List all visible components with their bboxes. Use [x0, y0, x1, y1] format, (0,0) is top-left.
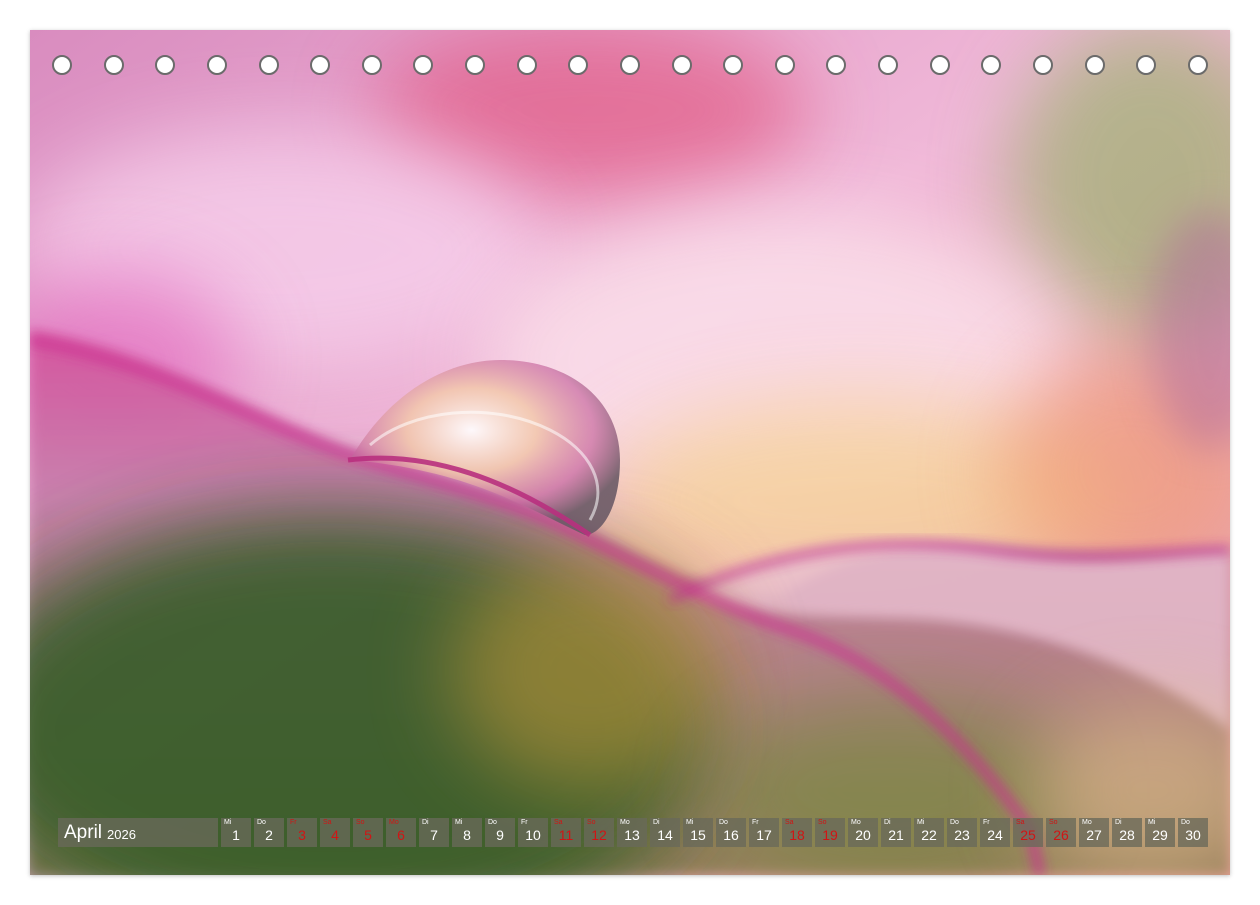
binding-hole-icon: [723, 55, 744, 75]
day-cell: Mo 13: [617, 818, 647, 847]
day-cell: Mo 6: [386, 818, 416, 847]
day-cell: So 5: [353, 818, 383, 847]
day-number: 11: [558, 827, 574, 843]
day-cell: Di 7: [419, 818, 449, 847]
year-label: 2026: [107, 826, 136, 842]
binding-hole-icon: [878, 55, 898, 75]
binding-hole-icon: [1084, 55, 1105, 75]
binding-hole-icon: [1136, 55, 1157, 75]
day-number: 8: [463, 827, 471, 843]
day-cell: Do 23: [947, 818, 977, 847]
day-cell: Fr 3: [287, 818, 317, 847]
month-name: April: [64, 821, 103, 843]
binding-hole-icon: [465, 55, 485, 75]
flower-photo: [30, 30, 1230, 875]
day-number: 12: [591, 827, 607, 843]
day-cell: So 19: [815, 818, 845, 847]
day-cell: Do 16: [716, 818, 746, 847]
day-cell: Mo 20: [848, 818, 878, 847]
day-cell: Do 30: [1178, 818, 1208, 847]
day-number: 30: [1185, 827, 1201, 843]
day-cell: Di 28: [1112, 818, 1142, 847]
binding-hole-icon: [1032, 55, 1053, 75]
day-number: 22: [921, 827, 937, 843]
day-number: 13: [624, 827, 640, 843]
day-cell: Di 21: [881, 818, 911, 847]
day-cell: Mi 15: [683, 818, 713, 847]
binding-hole-icon: [413, 55, 434, 75]
day-cell: Fr 17: [749, 818, 779, 847]
binding-hole-icon: [671, 55, 692, 75]
binding-hole-icon: [103, 55, 124, 75]
day-number: 21: [888, 827, 904, 843]
binding-holes: [52, 55, 1208, 79]
calendar-page: April 2026 Mi 1 Do 2 Fr 3 Sa 4 So 5 Mo 6 Di 7 Mi 8 Do 9 Fr…: [30, 30, 1230, 875]
binding-hole-icon: [1187, 55, 1208, 75]
binding-hole-icon: [52, 55, 72, 75]
day-cell: Mi 8: [452, 818, 482, 847]
binding-hole-icon: [258, 55, 279, 75]
day-number: 19: [822, 827, 838, 843]
day-cell: So 12: [584, 818, 614, 847]
binding-hole-icon: [361, 55, 382, 75]
binding-hole-icon: [774, 55, 795, 75]
month-label: April 2026: [58, 818, 218, 847]
day-number: 7: [430, 827, 438, 843]
day-number: 5: [364, 827, 372, 843]
binding-hole-icon: [619, 55, 640, 75]
day-number: 3: [298, 827, 306, 843]
day-cell: Do 2: [254, 818, 284, 847]
day-number: 24: [987, 827, 1003, 843]
day-number: 29: [1152, 827, 1168, 843]
day-number: 28: [1119, 827, 1135, 843]
day-cell: Mi 1: [221, 818, 251, 847]
day-number: 18: [789, 827, 805, 843]
binding-hole-icon: [981, 55, 1002, 75]
day-cell: Fr 24: [980, 818, 1010, 847]
binding-hole-icon: [568, 55, 589, 75]
day-number: 1: [232, 827, 240, 843]
day-cell: Sa 18: [782, 818, 812, 847]
day-cell: Sa 4: [320, 818, 350, 847]
day-number: 15: [690, 827, 706, 843]
day-number: 23: [954, 827, 970, 843]
binding-hole-icon: [206, 55, 227, 75]
day-number: 2: [265, 827, 273, 843]
day-cell: Sa 25: [1013, 818, 1043, 847]
day-number: 10: [525, 827, 541, 843]
day-cell: Fr 10: [518, 818, 548, 847]
day-number: 4: [331, 827, 339, 843]
binding-hole-icon: [310, 55, 331, 75]
day-cell: Sa 11: [551, 818, 581, 847]
day-number: 6: [397, 827, 405, 843]
day-number: 25: [1020, 827, 1036, 843]
day-cell: Mi 29: [1145, 818, 1175, 847]
binding-hole-icon: [929, 55, 950, 75]
day-cell: Do 9: [485, 818, 515, 847]
day-number: 17: [756, 827, 772, 843]
binding-hole-icon: [826, 55, 847, 75]
day-number: 26: [1053, 827, 1069, 843]
day-cell: Mi 22: [914, 818, 944, 847]
day-cell: So 26: [1046, 818, 1076, 847]
day-number: 20: [855, 827, 871, 843]
day-number: 14: [657, 827, 673, 843]
binding-hole-icon: [516, 55, 537, 75]
day-number: 9: [496, 827, 504, 843]
day-number: 16: [723, 827, 739, 843]
calendar-strip: April 2026 Mi 1 Do 2 Fr 3 Sa 4 So 5 Mo 6 Di 7 Mi 8 Do 9 Fr…: [58, 818, 1208, 847]
day-cell: Di 14: [650, 818, 680, 847]
binding-hole-icon: [155, 55, 176, 75]
day-number: 27: [1086, 827, 1102, 843]
day-cell: Mo 27: [1079, 818, 1109, 847]
